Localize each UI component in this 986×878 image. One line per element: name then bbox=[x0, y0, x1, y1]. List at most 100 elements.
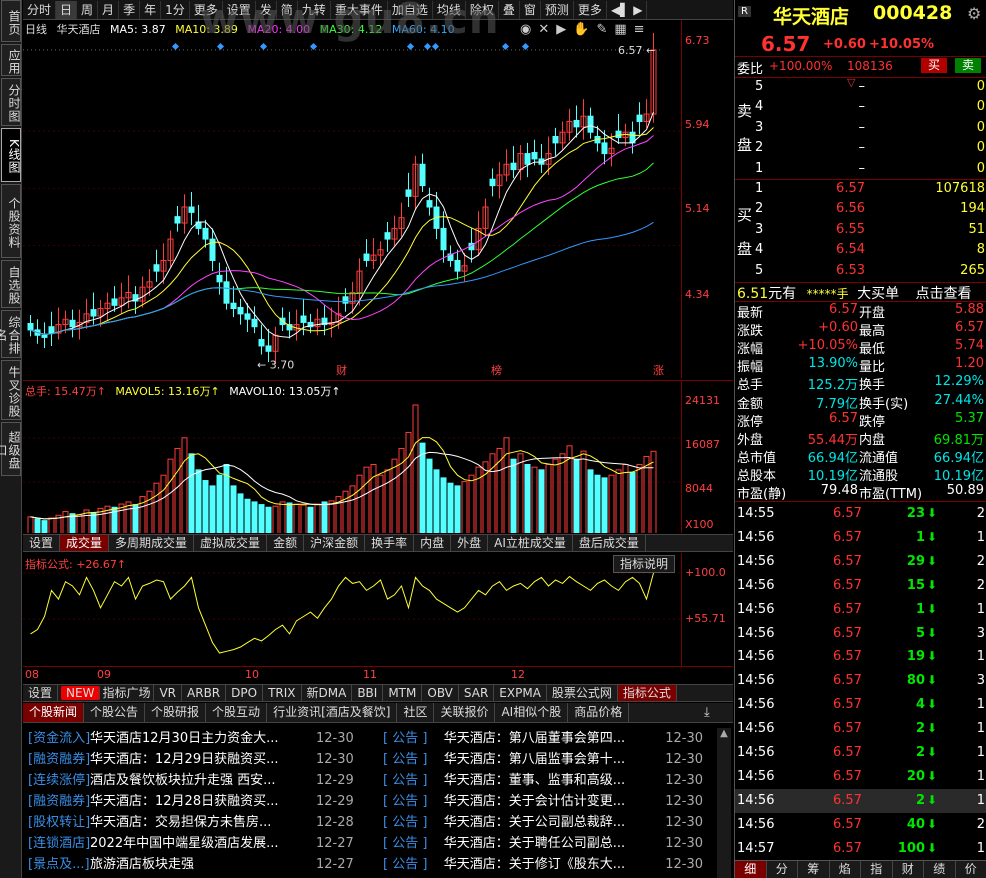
left-tab-0[interactable]: 首页 bbox=[1, 0, 21, 42]
event-diamond[interactable] bbox=[406, 42, 415, 51]
event-marker[interactable]: 榜 bbox=[491, 363, 502, 377]
event-diamond[interactable] bbox=[259, 42, 268, 51]
vol-tab-1[interactable]: 成交量 bbox=[60, 535, 110, 551]
ind-tab-3[interactable]: ARBR bbox=[182, 685, 227, 701]
vol-tab-3[interactable]: 虚拟成交量 bbox=[194, 535, 268, 551]
ind-tab-7[interactable]: BBI bbox=[352, 685, 384, 701]
collapse-icon[interactable]: ◀▌ ▶ bbox=[607, 0, 648, 19]
ind-tab-5[interactable]: TRIX bbox=[263, 685, 302, 701]
book-row[interactable]: 4 6.54 8 bbox=[735, 242, 986, 262]
vol-tab-2[interactable]: 多周期成交量 bbox=[109, 535, 195, 551]
gear-icon[interactable]: ⚙ bbox=[967, 4, 981, 23]
toolbar-item-6[interactable]: 1分 bbox=[161, 0, 190, 19]
news-item[interactable]: [融资融券] 华天酒店：12月29日获融资买... 12-30 bbox=[28, 749, 358, 770]
news-item[interactable]: [景点及...] 旅游酒店板块走强 12-27 bbox=[28, 854, 358, 875]
toolbar-item-0[interactable]: 分时 bbox=[23, 0, 57, 19]
news-item[interactable]: [股权转让] 华天酒店：交易担保方未售房... 12-28 bbox=[28, 812, 358, 833]
toolbar-item-19[interactable]: 更多 bbox=[574, 0, 607, 19]
ind-tab-1[interactable]: NEW 指标广场 bbox=[58, 685, 155, 701]
detail-tab-0[interactable]: 细 bbox=[735, 861, 767, 878]
ind-tab-11[interactable]: EXPMA bbox=[494, 685, 547, 701]
news-item[interactable]: [ 公告 ] 华天酒店：关于聘任公司副总... 12-30 bbox=[383, 833, 703, 854]
indicator-help-button[interactable]: 指标说明 bbox=[613, 555, 676, 573]
detail-tab-5[interactable]: 财 bbox=[893, 861, 924, 878]
news-item[interactable]: [ 公告 ] 华天酒店：第八届监事会第十... 12-30 bbox=[383, 749, 703, 770]
news-tab-6[interactable]: 关联报价 bbox=[434, 703, 496, 722]
news-item[interactable]: [融资融券] 华天酒店：12月28日获融资买... 12-29 bbox=[28, 791, 358, 812]
vol-tab-5[interactable]: 沪深金额 bbox=[304, 535, 366, 551]
news-title[interactable]: 华天酒店：12月29日获融资买... bbox=[90, 749, 308, 770]
left-tab-1[interactable]: 应用 bbox=[1, 44, 21, 76]
sell-button[interactable]: 卖 bbox=[955, 58, 982, 73]
news-title[interactable]: 华天酒店：交易担保方未售房... bbox=[90, 812, 308, 833]
tick-row[interactable]: 14:56 6.57 2 ⬇ 1 bbox=[735, 717, 986, 741]
tick-row[interactable]: 14:56 6.57 40 ⬇ 2 bbox=[735, 813, 986, 837]
vol-tab-8[interactable]: 外盘 bbox=[451, 535, 489, 551]
news-title[interactable]: 2022年中国中端星级酒店发展... bbox=[90, 833, 308, 854]
vol-tab-10[interactable]: 盘后成交量 bbox=[573, 535, 646, 551]
event-diamond[interactable] bbox=[423, 42, 432, 51]
event-diamond[interactable] bbox=[431, 42, 440, 51]
news-tab-7[interactable]: AI相似个股 bbox=[495, 703, 569, 722]
tick-row[interactable]: 14:56 6.57 80 ⬇ 3 bbox=[735, 669, 986, 693]
tick-row[interactable]: 14:56 6.57 15 ⬇ 2 bbox=[735, 574, 986, 598]
news-tab-8[interactable]: 商品价格 bbox=[568, 703, 630, 722]
toolbar-item-2[interactable]: 周 bbox=[77, 0, 99, 19]
detail-tab-7[interactable]: 价 bbox=[956, 861, 986, 878]
ind-tab-13[interactable]: 指标公式 bbox=[617, 685, 677, 701]
big-order-row[interactable]: 6.51元有 *****手 大买单 点击查看 bbox=[737, 283, 972, 303]
news-title[interactable]: 华天酒店：第八届董事会第四... bbox=[444, 728, 658, 749]
detail-tab-6[interactable]: 绩 bbox=[924, 861, 956, 878]
news-tab-0[interactable]: 个股新闻 bbox=[23, 703, 85, 722]
book-row[interactable]: 3 6.55 51 bbox=[735, 222, 986, 242]
tick-row[interactable]: 14:56 6.57 1 ⬇ 1 bbox=[735, 598, 986, 622]
news-tab-5[interactable]: 社区 bbox=[397, 703, 435, 722]
left-tab-8[interactable]: 超级盘口 bbox=[0, 422, 21, 476]
event-diamond[interactable] bbox=[309, 42, 318, 51]
draw-icon[interactable]: ✎ bbox=[596, 22, 614, 37]
book-row[interactable]: 2 6.56 194 bbox=[735, 201, 986, 221]
event-diamond[interactable] bbox=[216, 42, 225, 51]
detail-tab-1[interactable]: 分 bbox=[767, 861, 798, 878]
hand-icon[interactable]: ✋ bbox=[573, 22, 596, 37]
news-tab-3[interactable]: 个股互动 bbox=[206, 703, 268, 722]
news-item[interactable]: [ 公告 ] 华天酒店：董事、监事和高级... 12-30 bbox=[383, 770, 703, 791]
ind-tab-12[interactable]: 股票公式网 bbox=[547, 685, 618, 701]
news-title[interactable]: 酒店及餐饮板块拉升走强 西安... bbox=[90, 770, 308, 791]
tick-row[interactable]: 14:56 6.57 20 ⬇ 1 bbox=[735, 765, 986, 789]
tick-row[interactable]: 14:57 6.57 100 ⬇ 1 bbox=[735, 837, 986, 861]
ind-tab-2[interactable]: VR bbox=[154, 685, 183, 701]
news-title[interactable]: 旅游酒店板块走强 bbox=[90, 854, 308, 875]
shuffle-icon[interactable]: ✕ bbox=[538, 22, 556, 37]
ind-tab-9[interactable]: OBV bbox=[422, 685, 459, 701]
toolbar-item-16[interactable]: 叠 bbox=[499, 0, 520, 19]
toolbar-item-17[interactable]: 窗 bbox=[520, 0, 541, 19]
news-scrollbar[interactable]: ▲ bbox=[717, 728, 731, 878]
toolbar-item-4[interactable]: 季 bbox=[119, 0, 141, 19]
big-order-link[interactable]: 点击查看 bbox=[916, 286, 972, 302]
left-tab-2[interactable]: 分时图 bbox=[1, 78, 21, 126]
vol-tab-7[interactable]: 内盘 bbox=[414, 535, 452, 551]
vol-tab-0[interactable]: 设置 bbox=[23, 535, 61, 551]
event-diamond[interactable] bbox=[521, 42, 530, 51]
news-item[interactable]: [连锁酒店] 2022年中国中端星级酒店发展... 12-27 bbox=[28, 833, 358, 854]
tick-row[interactable]: 14:56 6.57 1 ⬇ 1 bbox=[735, 526, 986, 550]
toolbar-item-18[interactable]: 预测 bbox=[541, 0, 574, 19]
book-row[interactable]: 4 – 0 bbox=[735, 99, 986, 119]
toolbar-item-1[interactable]: 日 bbox=[56, 0, 78, 19]
news-title[interactable]: 华天酒店12月30日主力资金大... bbox=[90, 728, 308, 749]
book-row[interactable]: 5 6.53 265 bbox=[735, 263, 986, 283]
play-icon[interactable]: ▶ bbox=[556, 22, 573, 37]
news-tab-2[interactable]: 个股研报 bbox=[145, 703, 207, 722]
ind-tab-0[interactable]: 设置 bbox=[23, 685, 59, 701]
left-tab-3[interactable]: K线图 bbox=[1, 128, 21, 182]
tick-row[interactable]: 14:56 6.57 2 ⬇ 1 bbox=[735, 788, 986, 813]
news-item[interactable]: [资金流入] 华天酒店12月30日主力资金大... 12-30 bbox=[28, 728, 358, 749]
more-icon[interactable]: ≡ bbox=[634, 22, 652, 37]
detail-tab-2[interactable]: 筹 bbox=[798, 861, 830, 878]
volume-chart[interactable] bbox=[23, 380, 681, 533]
tick-row[interactable]: 14:56 6.57 19 ⬇ 1 bbox=[735, 645, 986, 669]
event-diamond[interactable] bbox=[501, 42, 510, 51]
left-tab-4[interactable]: 个股资料 bbox=[1, 184, 21, 258]
detail-tab-3[interactable]: 焰 bbox=[830, 861, 861, 878]
